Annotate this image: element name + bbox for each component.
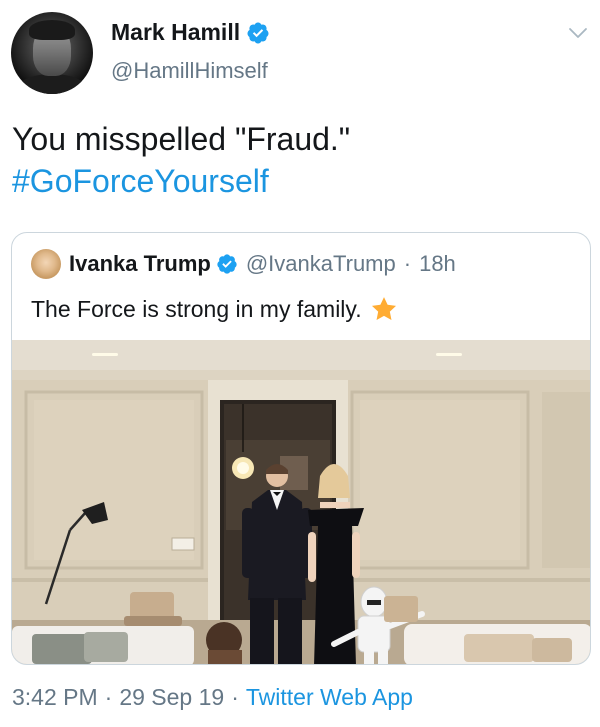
quoted-photo[interactable] bbox=[12, 340, 591, 665]
quoted-author-handle[interactable]: @IvankaTrump bbox=[246, 251, 396, 277]
quoted-tweet-card[interactable]: Ivanka Trump @IvankaTrump · 18h The Forc… bbox=[11, 232, 591, 665]
quoted-tweet-text-row: The Force is strong in my family. bbox=[31, 295, 398, 323]
author-name-row: Mark Hamill bbox=[111, 19, 270, 46]
footer-separator: · bbox=[104, 684, 113, 710]
author-handle[interactable]: @HamillHimself bbox=[111, 58, 268, 84]
tweet-time[interactable]: 3:42 PM bbox=[12, 684, 98, 711]
avatar-shoulders bbox=[17, 74, 87, 94]
tweet-text: You misspelled "Fraud." bbox=[12, 121, 351, 157]
footer-separator: · bbox=[231, 684, 239, 710]
quoted-meta-separator: · bbox=[403, 251, 412, 276]
hashtag-link[interactable]: #GoForceYourself bbox=[12, 160, 588, 202]
verified-badge-icon bbox=[217, 254, 237, 274]
tweet-header: Mark Hamill @HamillHimself bbox=[0, 0, 600, 110]
tweet-footer: 3:42 PM · 29 Sep 19 · Twitter Web App bbox=[12, 684, 413, 711]
avatar-hair bbox=[29, 20, 75, 40]
quoted-tweet-text: The Force is strong in my family. bbox=[31, 295, 362, 322]
verified-badge-icon bbox=[247, 22, 269, 43]
quoted-author-name[interactable]: Ivanka Trump bbox=[69, 251, 211, 277]
tweet-date[interactable]: 29 Sep 19 bbox=[119, 684, 224, 711]
author-avatar[interactable] bbox=[11, 12, 93, 94]
tweet-body: You misspelled "Fraud." #GoForceYourself bbox=[12, 118, 588, 202]
author-display-name[interactable]: Mark Hamill bbox=[111, 19, 240, 46]
star-emoji-icon bbox=[371, 297, 396, 320]
quoted-tweet-header: Ivanka Trump @IvankaTrump · 18h bbox=[31, 249, 456, 279]
tweet-source-link[interactable]: Twitter Web App bbox=[246, 684, 413, 711]
chevron-down-icon[interactable] bbox=[568, 26, 588, 40]
quoted-tweet-age[interactable]: 18h bbox=[419, 251, 456, 277]
quoted-author-avatar[interactable] bbox=[31, 249, 61, 279]
